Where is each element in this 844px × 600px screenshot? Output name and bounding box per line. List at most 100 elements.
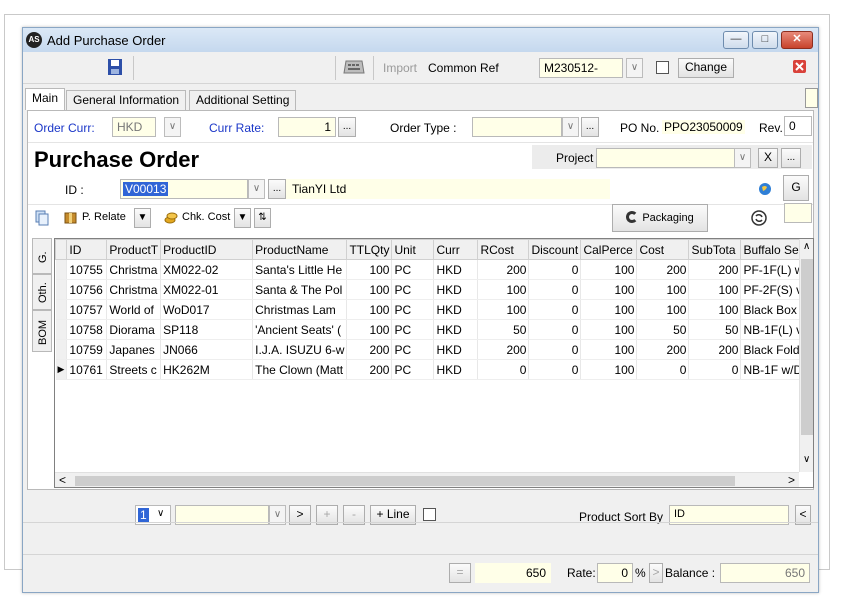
row-header[interactable]: ▶ [55, 359, 68, 380]
table-cell[interactable]: HKD [433, 319, 479, 340]
column-header[interactable]: RCost [477, 239, 530, 260]
table-cell[interactable]: 10758 [66, 319, 108, 340]
scroll-down-icon[interactable]: ∨ [803, 454, 810, 465]
side-tab-oth[interactable]: Oth. [32, 274, 52, 310]
table-cell[interactable]: 10761 [66, 359, 108, 380]
table-cell[interactable]: 100 [580, 259, 638, 280]
table-cell[interactable]: I.J.A. ISUZU 6-w [252, 339, 348, 360]
column-header[interactable]: Unit [391, 239, 435, 260]
table-cell[interactable]: Christma [106, 259, 162, 280]
table-cell[interactable]: 50 [636, 319, 690, 340]
table-cell[interactable]: 100 [580, 299, 638, 320]
table-cell[interactable]: 0 [636, 359, 690, 380]
table-cell[interactable]: 100 [580, 319, 638, 340]
column-header[interactable]: ID [66, 239, 108, 260]
page-select-chevron-icon[interactable]: ∨ [157, 508, 164, 519]
close-form-icon[interactable] [793, 60, 806, 73]
rate-input[interactable]: 0 [597, 563, 633, 583]
tab-additional-setting[interactable]: Additional Setting [189, 90, 297, 110]
table-cell[interactable]: 100 [580, 359, 638, 380]
table-cell[interactable]: 'Ancient Seats' ( [252, 319, 348, 340]
globe-icon[interactable] [758, 182, 772, 196]
table-cell[interactable]: 10759 [66, 339, 108, 360]
table-cell[interactable]: 50 [688, 319, 742, 340]
grid-vertical-scrollbar[interactable]: ∧ ∨ [799, 239, 813, 472]
table-cell[interactable]: Diorama [106, 319, 162, 340]
table-cell[interactable]: 200 [346, 339, 393, 360]
scroll-right-icon[interactable]: > [788, 473, 795, 487]
table-row[interactable]: 10757 World of WoD017 Christmas Lam 100 PC HKD… [55, 299, 811, 320]
table-cell[interactable]: 200 [346, 359, 393, 380]
table-cell[interactable]: 0 [688, 359, 742, 380]
filter-icon[interactable]: ▼ [134, 208, 151, 228]
side-tab-g[interactable]: G. [32, 238, 52, 274]
change-checkbox[interactable] [656, 61, 669, 74]
column-header[interactable]: ProductName [252, 239, 348, 260]
table-cell[interactable]: HKD [433, 299, 479, 320]
project-input[interactable] [596, 148, 736, 168]
table-cell[interactable]: PC [391, 259, 435, 280]
order-curr-dropdown[interactable]: ∨ [164, 117, 181, 137]
side-toggle[interactable] [805, 88, 818, 108]
table-cell[interactable]: 100 [580, 339, 638, 360]
supplier-id-dropdown[interactable]: ∨ [248, 179, 265, 199]
side-field[interactable] [784, 203, 812, 223]
scroll-left-icon[interactable]: < [59, 473, 66, 487]
order-type-input[interactable] [472, 117, 562, 137]
packaging-button[interactable]: Packaging [612, 204, 708, 232]
equals-button[interactable]: = [449, 563, 471, 583]
supplier-lookup-button[interactable]: ... [268, 179, 286, 199]
scroll-up-icon[interactable]: ∧ [803, 241, 810, 252]
table-cell[interactable]: XM022-02 [160, 259, 254, 280]
table-cell[interactable]: Streets c [106, 359, 162, 380]
filter-icon[interactable]: ▼ [234, 208, 251, 228]
table-cell[interactable]: Santa's Little He [252, 259, 348, 280]
column-header[interactable]: ProductID [160, 239, 254, 260]
table-cell[interactable]: 200 [636, 339, 690, 360]
minimize-button[interactable]: — [723, 31, 749, 49]
curr-rate-input[interactable]: 1 [278, 117, 336, 137]
table-row[interactable]: 10756 Christma XM022-01 Santa & The Pol 100 P… [55, 279, 811, 300]
column-header[interactable]: SubTota [688, 239, 742, 260]
change-button[interactable]: Change [678, 58, 734, 78]
side-tab-bom[interactable]: BOM [32, 310, 52, 352]
table-cell[interactable]: 0 [528, 299, 582, 320]
keyboard-icon[interactable] [343, 58, 365, 76]
column-header[interactable]: Discount [528, 239, 582, 260]
save-icon[interactable] [107, 58, 123, 76]
curr-rate-lookup-button[interactable]: ... [338, 117, 356, 137]
table-cell[interactable]: JN066 [160, 339, 254, 360]
table-cell[interactable]: WoD017 [160, 299, 254, 320]
row-header[interactable] [55, 339, 68, 360]
table-cell[interactable]: 100 [346, 259, 393, 280]
table-cell[interactable]: Japanes [106, 339, 162, 360]
column-header[interactable]: CalPerce [580, 239, 638, 260]
table-cell[interactable]: 0 [477, 359, 530, 380]
table-cell[interactable]: PC [391, 319, 435, 340]
column-header[interactable]: TTLQty [346, 239, 393, 260]
table-cell[interactable]: 100 [636, 299, 690, 320]
table-cell[interactable]: Santa & The Pol [252, 279, 348, 300]
horizontal-scroll-thumb[interactable] [75, 476, 735, 486]
sync-icon[interactable] [750, 209, 768, 227]
table-row[interactable]: ▶ 10761 Streets c HK262M The Clown (Matt 200 P… [55, 359, 811, 380]
table-cell[interactable]: 100 [346, 319, 393, 340]
table-cell[interactable]: Christma [106, 279, 162, 300]
table-cell[interactable]: 0 [528, 279, 582, 300]
apply-rate-button[interactable]: > [649, 563, 663, 583]
order-type-lookup-button[interactable]: ... [581, 117, 599, 137]
g-button[interactable]: G [783, 175, 809, 201]
rev-input[interactable]: 0 [784, 116, 812, 136]
table-cell[interactable]: 0 [528, 319, 582, 340]
table-cell[interactable]: 10756 [66, 279, 108, 300]
row-header[interactable] [55, 299, 68, 320]
table-cell[interactable]: 10755 [66, 259, 108, 280]
table-row[interactable]: 10755 Christma XM022-02 Santa's Little He 10… [55, 259, 811, 280]
column-header[interactable]: Cost [636, 239, 690, 260]
row-header[interactable] [55, 319, 68, 340]
copy-icon[interactable] [34, 210, 50, 226]
row-header[interactable] [55, 279, 68, 300]
vertical-scroll-thumb[interactable] [801, 259, 813, 435]
table-cell[interactable]: HKD [433, 339, 479, 360]
table-cell[interactable]: Christmas Lam [252, 299, 348, 320]
